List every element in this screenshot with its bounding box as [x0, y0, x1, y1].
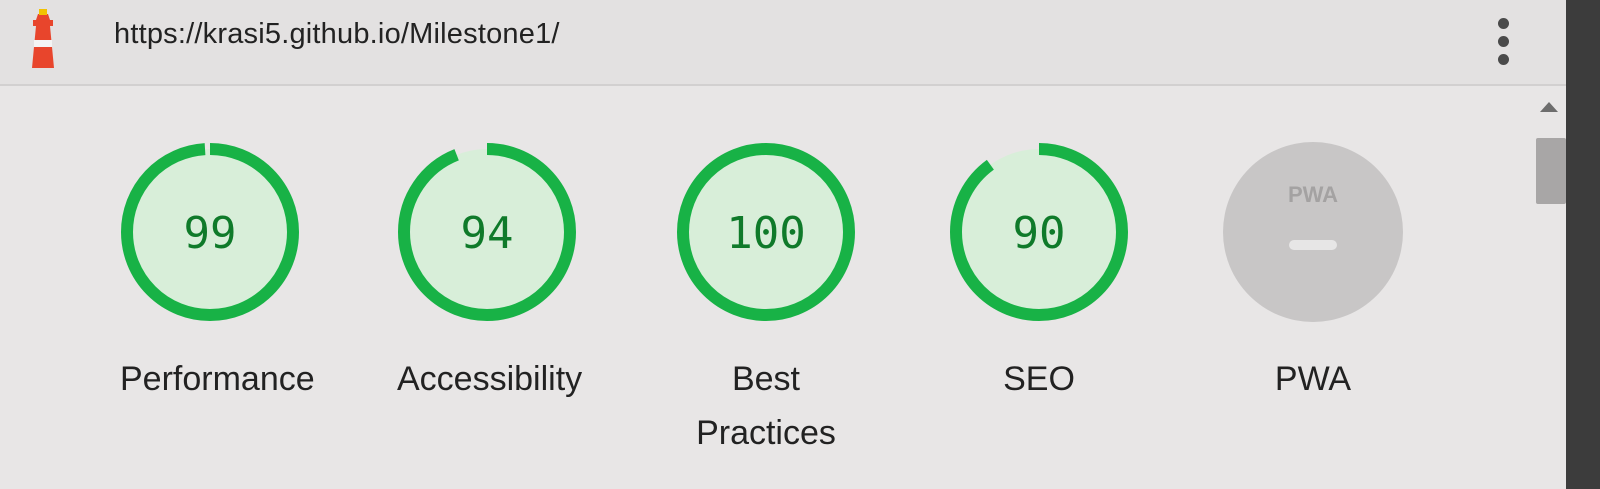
score-ring: 100: [677, 143, 855, 321]
scrollbar[interactable]: [1526, 86, 1566, 489]
report-url[interactable]: https://krasi5.github.io/Milestone1/: [114, 18, 560, 51]
accessibility-gauge-link[interactable]: 94 Accessibility: [397, 142, 583, 406]
score-value: 90: [1013, 208, 1066, 259]
lighthouse-icon: [32, 9, 54, 68]
score-value: 99: [184, 208, 237, 259]
score-ring: 99: [121, 143, 299, 321]
gauge-pwa: PWA PWA: [1223, 142, 1403, 406]
pwa-gauge-link[interactable]: PWA PWA: [1223, 142, 1403, 406]
seo-gauge-link[interactable]: 90 SEO: [949, 142, 1129, 406]
window-edge: [1566, 0, 1600, 489]
score-ring: 94: [398, 143, 576, 321]
gauge-best-practices: 100 Best Practices: [676, 142, 856, 460]
vertical-ellipsis-icon[interactable]: [1490, 14, 1518, 68]
gauge-accessibility: 94 Accessibility: [397, 142, 583, 406]
gauge-seo: 90 SEO: [949, 142, 1129, 406]
gauge-performance: 99 Performance: [120, 142, 315, 406]
gauge-label-best-practices: Best Practices: [696, 360, 836, 452]
score-value: 100: [726, 208, 805, 259]
gauge-label-seo: SEO: [1003, 360, 1075, 398]
report-header: https://krasi5.github.io/Milestone1/: [0, 0, 1600, 86]
gauge-label-performance: Performance: [120, 360, 315, 398]
scroll-up-icon[interactable]: [1540, 102, 1558, 112]
pwa-badge-icon: PWA: [1223, 142, 1403, 322]
performance-gauge-link[interactable]: 99 Performance: [120, 142, 315, 406]
score-ring: 90: [950, 143, 1128, 321]
best-practices-gauge-link[interactable]: 100 Best Practices: [676, 142, 856, 460]
gauge-label-pwa: PWA: [1274, 360, 1352, 398]
pwa-badge-text: PWA: [1288, 182, 1338, 207]
score-value: 94: [461, 208, 514, 259]
scrollbar-thumb[interactable]: [1536, 138, 1566, 204]
gauge-label-accessibility: Accessibility: [397, 360, 583, 398]
